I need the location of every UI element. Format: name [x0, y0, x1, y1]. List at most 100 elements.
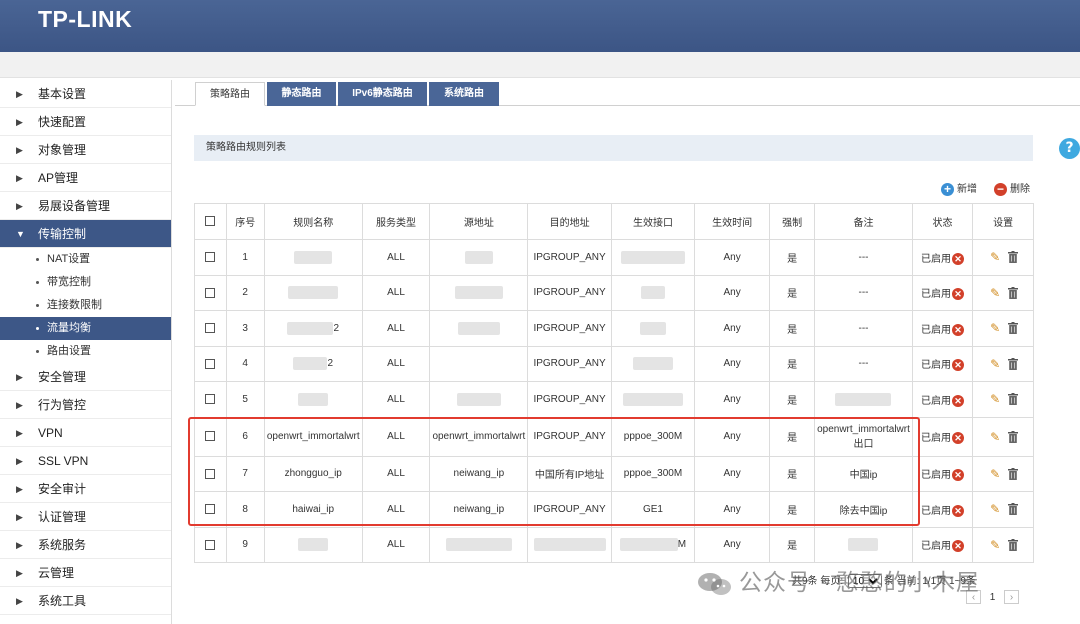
- sidebar-subitem[interactable]: 带宽控制: [0, 271, 171, 294]
- sidebar-item[interactable]: ▶ 安全审计: [0, 475, 171, 503]
- next-page-button[interactable]: ›: [1004, 590, 1019, 604]
- select-all-checkbox[interactable]: [205, 216, 216, 227]
- trash-icon[interactable]: [1008, 322, 1019, 335]
- tab-system-routing[interactable]: 系统路由: [429, 82, 499, 106]
- sidebar-item[interactable]: ▶ 系统工具: [0, 587, 171, 615]
- sidebar-item-label: AP管理: [38, 171, 79, 185]
- disable-icon[interactable]: ✕: [952, 469, 965, 482]
- add-button[interactable]: + 新增: [941, 180, 977, 196]
- tab-ipv6-static-routing[interactable]: IPv6静态路由: [338, 82, 427, 106]
- trash-icon[interactable]: [1008, 357, 1019, 370]
- tab-static-routing[interactable]: 静态路由: [267, 82, 336, 106]
- cell-text: Any: [723, 251, 741, 263]
- sidebar-item[interactable]: ▶ 基本设置: [0, 80, 171, 108]
- row-checkbox[interactable]: [205, 252, 216, 263]
- redacted-text: [294, 250, 333, 264]
- sidebar-item[interactable]: ▶ VPN: [0, 419, 171, 447]
- cell-status: 已启用 ✕: [911, 455, 974, 492]
- row-checkbox[interactable]: [205, 394, 216, 405]
- sidebar-item[interactable]: ▶ 云管理: [0, 559, 171, 587]
- trash-icon[interactable]: [1008, 251, 1019, 264]
- sidebar-item[interactable]: ▶ 系统服务: [0, 531, 171, 559]
- sidebar-item[interactable]: ▶ 行为管控: [0, 391, 171, 419]
- cell-dst: IPGROUP_ANY: [527, 310, 612, 347]
- edit-icon[interactable]: ✎: [988, 392, 1002, 406]
- trash-icon[interactable]: [1008, 467, 1019, 480]
- cell-name: zhongguo_ip: [263, 455, 363, 492]
- disable-icon[interactable]: ✕: [952, 540, 965, 553]
- cell-settings: ✎: [972, 239, 1034, 276]
- sidebar-item[interactable]: ▶ 安全管理: [0, 363, 171, 391]
- edit-icon[interactable]: ✎: [988, 502, 1002, 516]
- disable-icon[interactable]: ✕: [952, 288, 965, 301]
- sidebar-item[interactable]: ▶ AP管理: [0, 164, 171, 192]
- row-checkbox[interactable]: [205, 287, 216, 298]
- trash-icon[interactable]: [1008, 503, 1019, 516]
- per-page-select[interactable]: 10: [847, 574, 882, 588]
- row-checkbox[interactable]: [205, 323, 216, 334]
- disable-icon[interactable]: ✕: [952, 323, 965, 336]
- caret-right-icon: ▶: [16, 400, 23, 410]
- cell-text: 中国所有IP地址: [534, 470, 605, 482]
- page-number[interactable]: 1: [985, 591, 1000, 605]
- header-subbar: [0, 52, 1080, 78]
- cell-text: GE1: [642, 503, 663, 515]
- row-checkbox[interactable]: [205, 468, 216, 479]
- edit-icon[interactable]: ✎: [988, 250, 1002, 264]
- row-checkbox[interactable]: [205, 504, 216, 515]
- sidebar-item[interactable]: ▶ 易展设备管理: [0, 192, 171, 220]
- edit-icon[interactable]: ✎: [988, 286, 1002, 300]
- delete-label: 删除: [1010, 184, 1030, 195]
- cell-text: Any: [723, 393, 741, 405]
- edit-icon[interactable]: ✎: [988, 430, 1002, 444]
- cell-no: 3: [225, 310, 265, 347]
- sidebar-item[interactable]: ▶ 对象管理: [0, 136, 171, 164]
- edit-icon[interactable]: ✎: [988, 467, 1002, 481]
- help-icon[interactable]: ?: [1059, 138, 1080, 159]
- sidebar-item[interactable]: ▶ 快速配置: [0, 108, 171, 136]
- cell-settings: ✎: [972, 455, 1034, 492]
- disable-icon[interactable]: ✕: [952, 432, 965, 445]
- sidebar-item[interactable]: ▼ 传输控制: [0, 220, 171, 248]
- cell-status: 已启用 ✕: [911, 416, 974, 457]
- status-text: 已启用: [921, 432, 952, 444]
- edit-icon[interactable]: ✎: [988, 357, 1002, 371]
- row-checkbox[interactable]: [205, 539, 216, 550]
- cell-dst: IPGROUP_ANY: [527, 345, 612, 382]
- cell-service: ALL: [361, 455, 431, 492]
- sidebar-item[interactable]: ▶ SSL VPN: [0, 447, 171, 475]
- delete-button[interactable]: − 删除: [994, 180, 1030, 196]
- edit-icon[interactable]: ✎: [988, 321, 1002, 335]
- redacted-text: [287, 321, 334, 335]
- sidebar-item-label: 易展设备管理: [38, 199, 111, 213]
- trash-icon[interactable]: [1008, 430, 1019, 443]
- cell-service: ALL: [361, 239, 431, 276]
- sidebar-subitem[interactable]: 连接数限制: [0, 294, 171, 317]
- prev-page-button[interactable]: ‹: [966, 590, 981, 604]
- sidebar-subitem[interactable]: 路由设置: [0, 340, 171, 363]
- disable-icon[interactable]: ✕: [952, 359, 965, 372]
- row-select-cell: [194, 239, 227, 276]
- cell-text: ---: [858, 322, 869, 334]
- sidebar-subitem[interactable]: 流量均衡: [0, 317, 171, 340]
- row-checkbox[interactable]: [205, 358, 216, 369]
- cell-text: 8: [242, 503, 248, 515]
- cell-note: 中国ip: [814, 455, 913, 492]
- sidebar-subitem[interactable]: NAT设置: [0, 248, 171, 271]
- trash-icon[interactable]: [1008, 538, 1019, 551]
- trash-icon[interactable]: [1008, 286, 1019, 299]
- cell-text: ALL: [387, 287, 405, 299]
- disable-icon[interactable]: ✕: [952, 504, 965, 517]
- cell-time: Any: [694, 239, 771, 276]
- sidebar-item[interactable]: ▶ 认证管理: [0, 503, 171, 531]
- disable-icon[interactable]: ✕: [952, 252, 965, 265]
- cell-src: [429, 310, 529, 347]
- edit-icon[interactable]: ✎: [988, 538, 1002, 552]
- cell-name: openwrt_immortalwrt: [263, 416, 363, 457]
- wechat-icon: [698, 572, 731, 595]
- row-checkbox[interactable]: [205, 431, 216, 442]
- tab-policy-routing[interactable]: 策略路由: [195, 82, 265, 106]
- redacted-text: [456, 392, 501, 406]
- disable-icon[interactable]: ✕: [952, 394, 965, 407]
- trash-icon[interactable]: [1008, 393, 1019, 406]
